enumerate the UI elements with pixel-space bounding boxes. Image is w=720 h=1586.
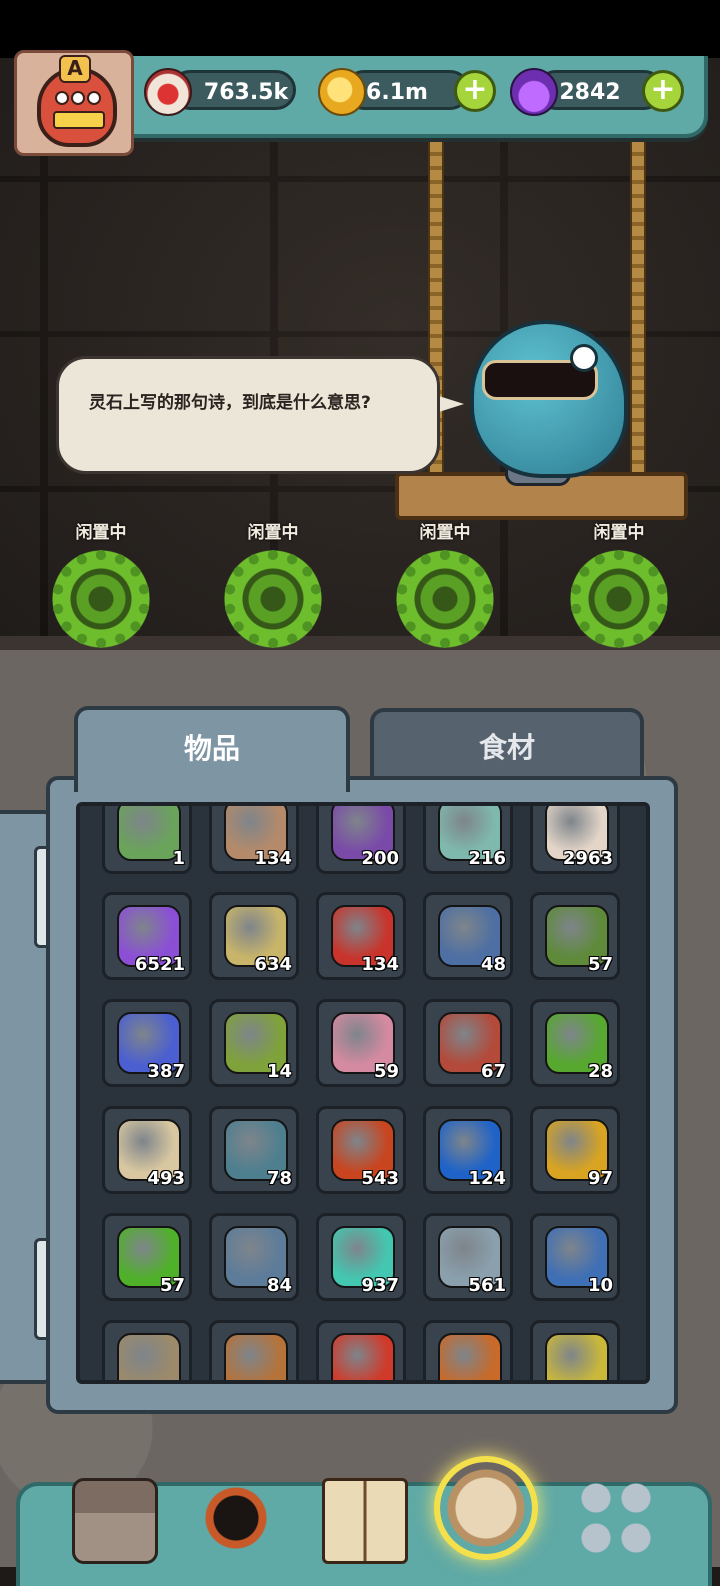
item-count: 57 <box>587 954 613 975</box>
inventory-slot[interactable]: 57 <box>102 1213 192 1301</box>
fish-monster-npc[interactable] <box>470 320 628 478</box>
inventory-slot[interactable]: 493 <box>102 1106 192 1194</box>
item-count: 97 <box>587 1168 613 1189</box>
purple-potion-icon <box>510 68 558 116</box>
inventory-slot[interactable]: 124 <box>423 1106 513 1194</box>
coin-bag-icon[interactable] <box>440 1462 532 1554</box>
item-count: 6521 <box>134 954 185 975</box>
slot-status-3: 闲置中 <box>419 523 471 543</box>
idle-slot-1[interactable] <box>46 544 156 654</box>
item-count: 78 <box>266 1168 292 1189</box>
inventory-slot[interactable] <box>423 1320 513 1380</box>
feather-icon <box>438 1333 502 1380</box>
idle-slot-4[interactable] <box>564 544 674 654</box>
speech-bubble[interactable]: 灵石上写的那句诗，到底是什么意思? <box>56 356 440 474</box>
inventory-slot[interactable]: 48 <box>423 892 513 980</box>
inventory-slot[interactable]: 134 <box>316 892 406 980</box>
recipe-book-icon[interactable] <box>322 1478 408 1564</box>
inventory-slot[interactable]: 67 <box>423 999 513 1087</box>
slot-status-2: 闲置中 <box>247 523 299 543</box>
item-count: 493 <box>147 1168 185 1189</box>
item-count: 48 <box>480 954 506 975</box>
inventory-slot[interactable]: 216 <box>423 806 513 874</box>
inventory-slot[interactable] <box>316 1320 406 1380</box>
item-count: 124 <box>468 1168 506 1189</box>
inventory-slot[interactable]: 1 <box>102 806 192 874</box>
inventory-slot[interactable] <box>102 1320 192 1380</box>
inventory-slot[interactable]: 57 <box>530 892 620 980</box>
inventory-slot[interactable]: 97 <box>530 1106 620 1194</box>
item-count: 937 <box>361 1275 399 1296</box>
red-urchin-icon <box>331 1333 395 1380</box>
item-count: 216 <box>468 848 506 869</box>
player-avatar[interactable]: A <box>14 50 134 156</box>
inventory-slot[interactable]: 634 <box>209 892 299 980</box>
item-count: 134 <box>254 848 292 869</box>
slot-status-4: 闲置中 <box>593 523 645 543</box>
item-count: 2963 <box>562 848 613 869</box>
lute-icon <box>224 1333 288 1380</box>
eyeball-icon <box>144 68 192 116</box>
bottle-green-icon <box>117 806 181 861</box>
monster-eye <box>570 344 598 372</box>
add-potions-button[interactable]: + <box>642 70 684 112</box>
slot-status-1: 闲置中 <box>75 523 127 543</box>
inventory-slot[interactable]: 387 <box>102 999 192 1087</box>
inventory-slot[interactable]: 78 <box>209 1106 299 1194</box>
tab-items[interactable]: 物品 <box>74 706 350 792</box>
shop-building-icon[interactable] <box>72 1478 158 1564</box>
item-count: 1 <box>172 848 185 869</box>
idle-slot-3[interactable] <box>390 544 500 654</box>
inventory-slot[interactable]: 10 <box>530 1213 620 1301</box>
inventory-slot[interactable]: 84 <box>209 1213 299 1301</box>
coin-count: 6.1m <box>366 80 428 105</box>
inventory-slot[interactable]: 2963 <box>530 806 620 874</box>
idle-slot-2[interactable] <box>218 544 328 654</box>
inventory-slot[interactable]: 561 <box>423 1213 513 1301</box>
swing-rope-right <box>630 140 646 494</box>
inventory-slot[interactable]: 200 <box>316 806 406 874</box>
inventory-slot[interactable] <box>209 1320 299 1380</box>
item-count: 57 <box>159 1275 185 1296</box>
item-count: 59 <box>373 1061 399 1082</box>
grid-menu-icon[interactable] <box>576 1478 656 1558</box>
item-count: 14 <box>266 1061 292 1082</box>
bone-whip-icon <box>117 1333 181 1380</box>
dialogue-text: 灵石上写的那句诗，到底是什么意思? <box>89 393 371 413</box>
item-count: 67 <box>480 1061 506 1082</box>
tab-ingredients[interactable]: 食材 <box>370 708 644 784</box>
inventory-slot[interactable]: 937 <box>316 1213 406 1301</box>
inventory-slot[interactable]: 28 <box>530 999 620 1087</box>
inventory-slot[interactable] <box>530 1320 620 1380</box>
monster-portrait-icon[interactable] <box>196 1478 276 1558</box>
inventory-slot[interactable]: 6521 <box>102 892 192 980</box>
rank-badge: A <box>59 55 91 83</box>
item-count: 634 <box>254 954 292 975</box>
item-count: 200 <box>361 848 399 869</box>
inventory-slot[interactable]: 134 <box>209 806 299 874</box>
item-count: 28 <box>587 1061 613 1082</box>
item-count: 134 <box>361 954 399 975</box>
inventory-slot[interactable]: 543 <box>316 1106 406 1194</box>
item-count: 387 <box>147 1061 185 1082</box>
inventory-slot[interactable]: 59 <box>316 999 406 1087</box>
gold-coin-icon <box>318 68 366 116</box>
inventory-grid[interactable]: 1 134 200 216 2963 6521 634 134 48 57 387 14 59 67 28 4… <box>76 802 650 1384</box>
eye-count: 763.5k <box>203 80 289 105</box>
item-count: 561 <box>468 1275 506 1296</box>
item-count: 543 <box>361 1168 399 1189</box>
yellow-sprout-icon <box>545 1333 609 1380</box>
item-count: 10 <box>587 1275 613 1296</box>
add-coins-button[interactable]: + <box>454 70 496 112</box>
item-count: 84 <box>266 1275 292 1296</box>
inventory-slot[interactable]: 14 <box>209 999 299 1087</box>
potion-count: 2842 <box>559 80 621 105</box>
